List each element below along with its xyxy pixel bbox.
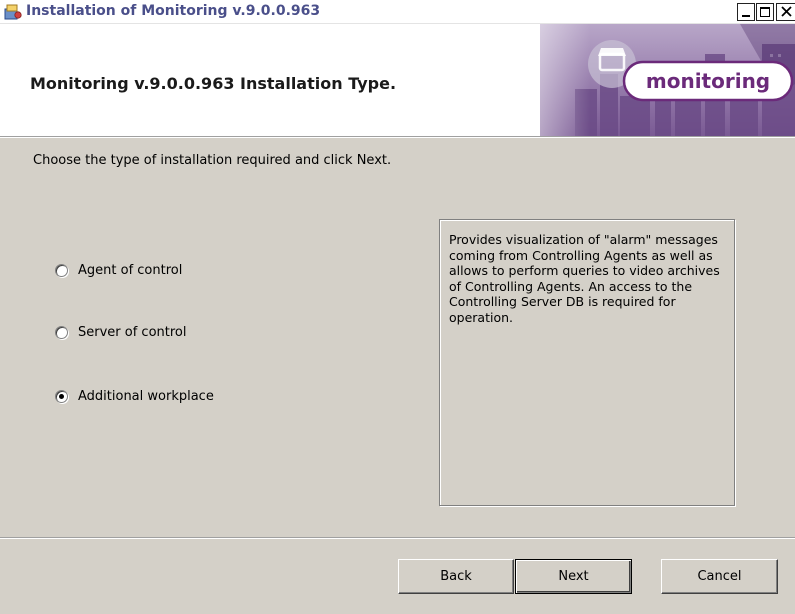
next-button[interactable]: Next xyxy=(515,559,632,594)
banner-divider xyxy=(0,136,795,138)
radio-label[interactable]: Agent of control xyxy=(78,263,182,278)
close-button[interactable] xyxy=(776,3,795,21)
radio-server-of-control[interactable] xyxy=(55,325,68,339)
minimize-icon xyxy=(742,15,750,17)
monitoring-logo-art: monitoring xyxy=(480,24,795,136)
maximize-icon xyxy=(760,7,770,17)
footer-divider xyxy=(0,537,795,539)
back-button[interactable]: Back xyxy=(398,559,514,594)
maximize-button[interactable] xyxy=(756,3,774,21)
minimize-button[interactable] xyxy=(737,3,755,21)
radio-additional-workplace[interactable] xyxy=(55,389,68,403)
close-icon xyxy=(780,6,792,17)
title-bar: Installation of Monitoring v.9.0.0.963 xyxy=(0,0,795,24)
option-additional-workplace[interactable]: Additional workplace xyxy=(55,387,214,405)
radio-label[interactable]: Additional workplace xyxy=(78,389,214,404)
installer-icon xyxy=(4,4,22,20)
logo-text: monitoring xyxy=(646,69,770,93)
radio-agent-of-control[interactable] xyxy=(55,263,68,277)
window-title: Installation of Monitoring v.9.0.0.963 xyxy=(26,3,321,19)
radio-label[interactable]: Server of control xyxy=(78,325,187,340)
header-banner: Monitoring v.9.0.0.963 Installation Type… xyxy=(0,24,795,136)
description-text: Provides visualization of "alarm" messag… xyxy=(449,232,720,325)
cancel-button[interactable]: Cancel xyxy=(661,559,778,594)
option-server-of-control[interactable]: Server of control xyxy=(55,323,187,341)
page-title: Monitoring v.9.0.0.963 Installation Type… xyxy=(30,74,397,93)
description-box: Provides visualization of "alarm" messag… xyxy=(439,219,735,506)
option-agent-of-control[interactable]: Agent of control xyxy=(55,261,182,279)
instruction-text: Choose the type of installation required… xyxy=(33,153,392,168)
